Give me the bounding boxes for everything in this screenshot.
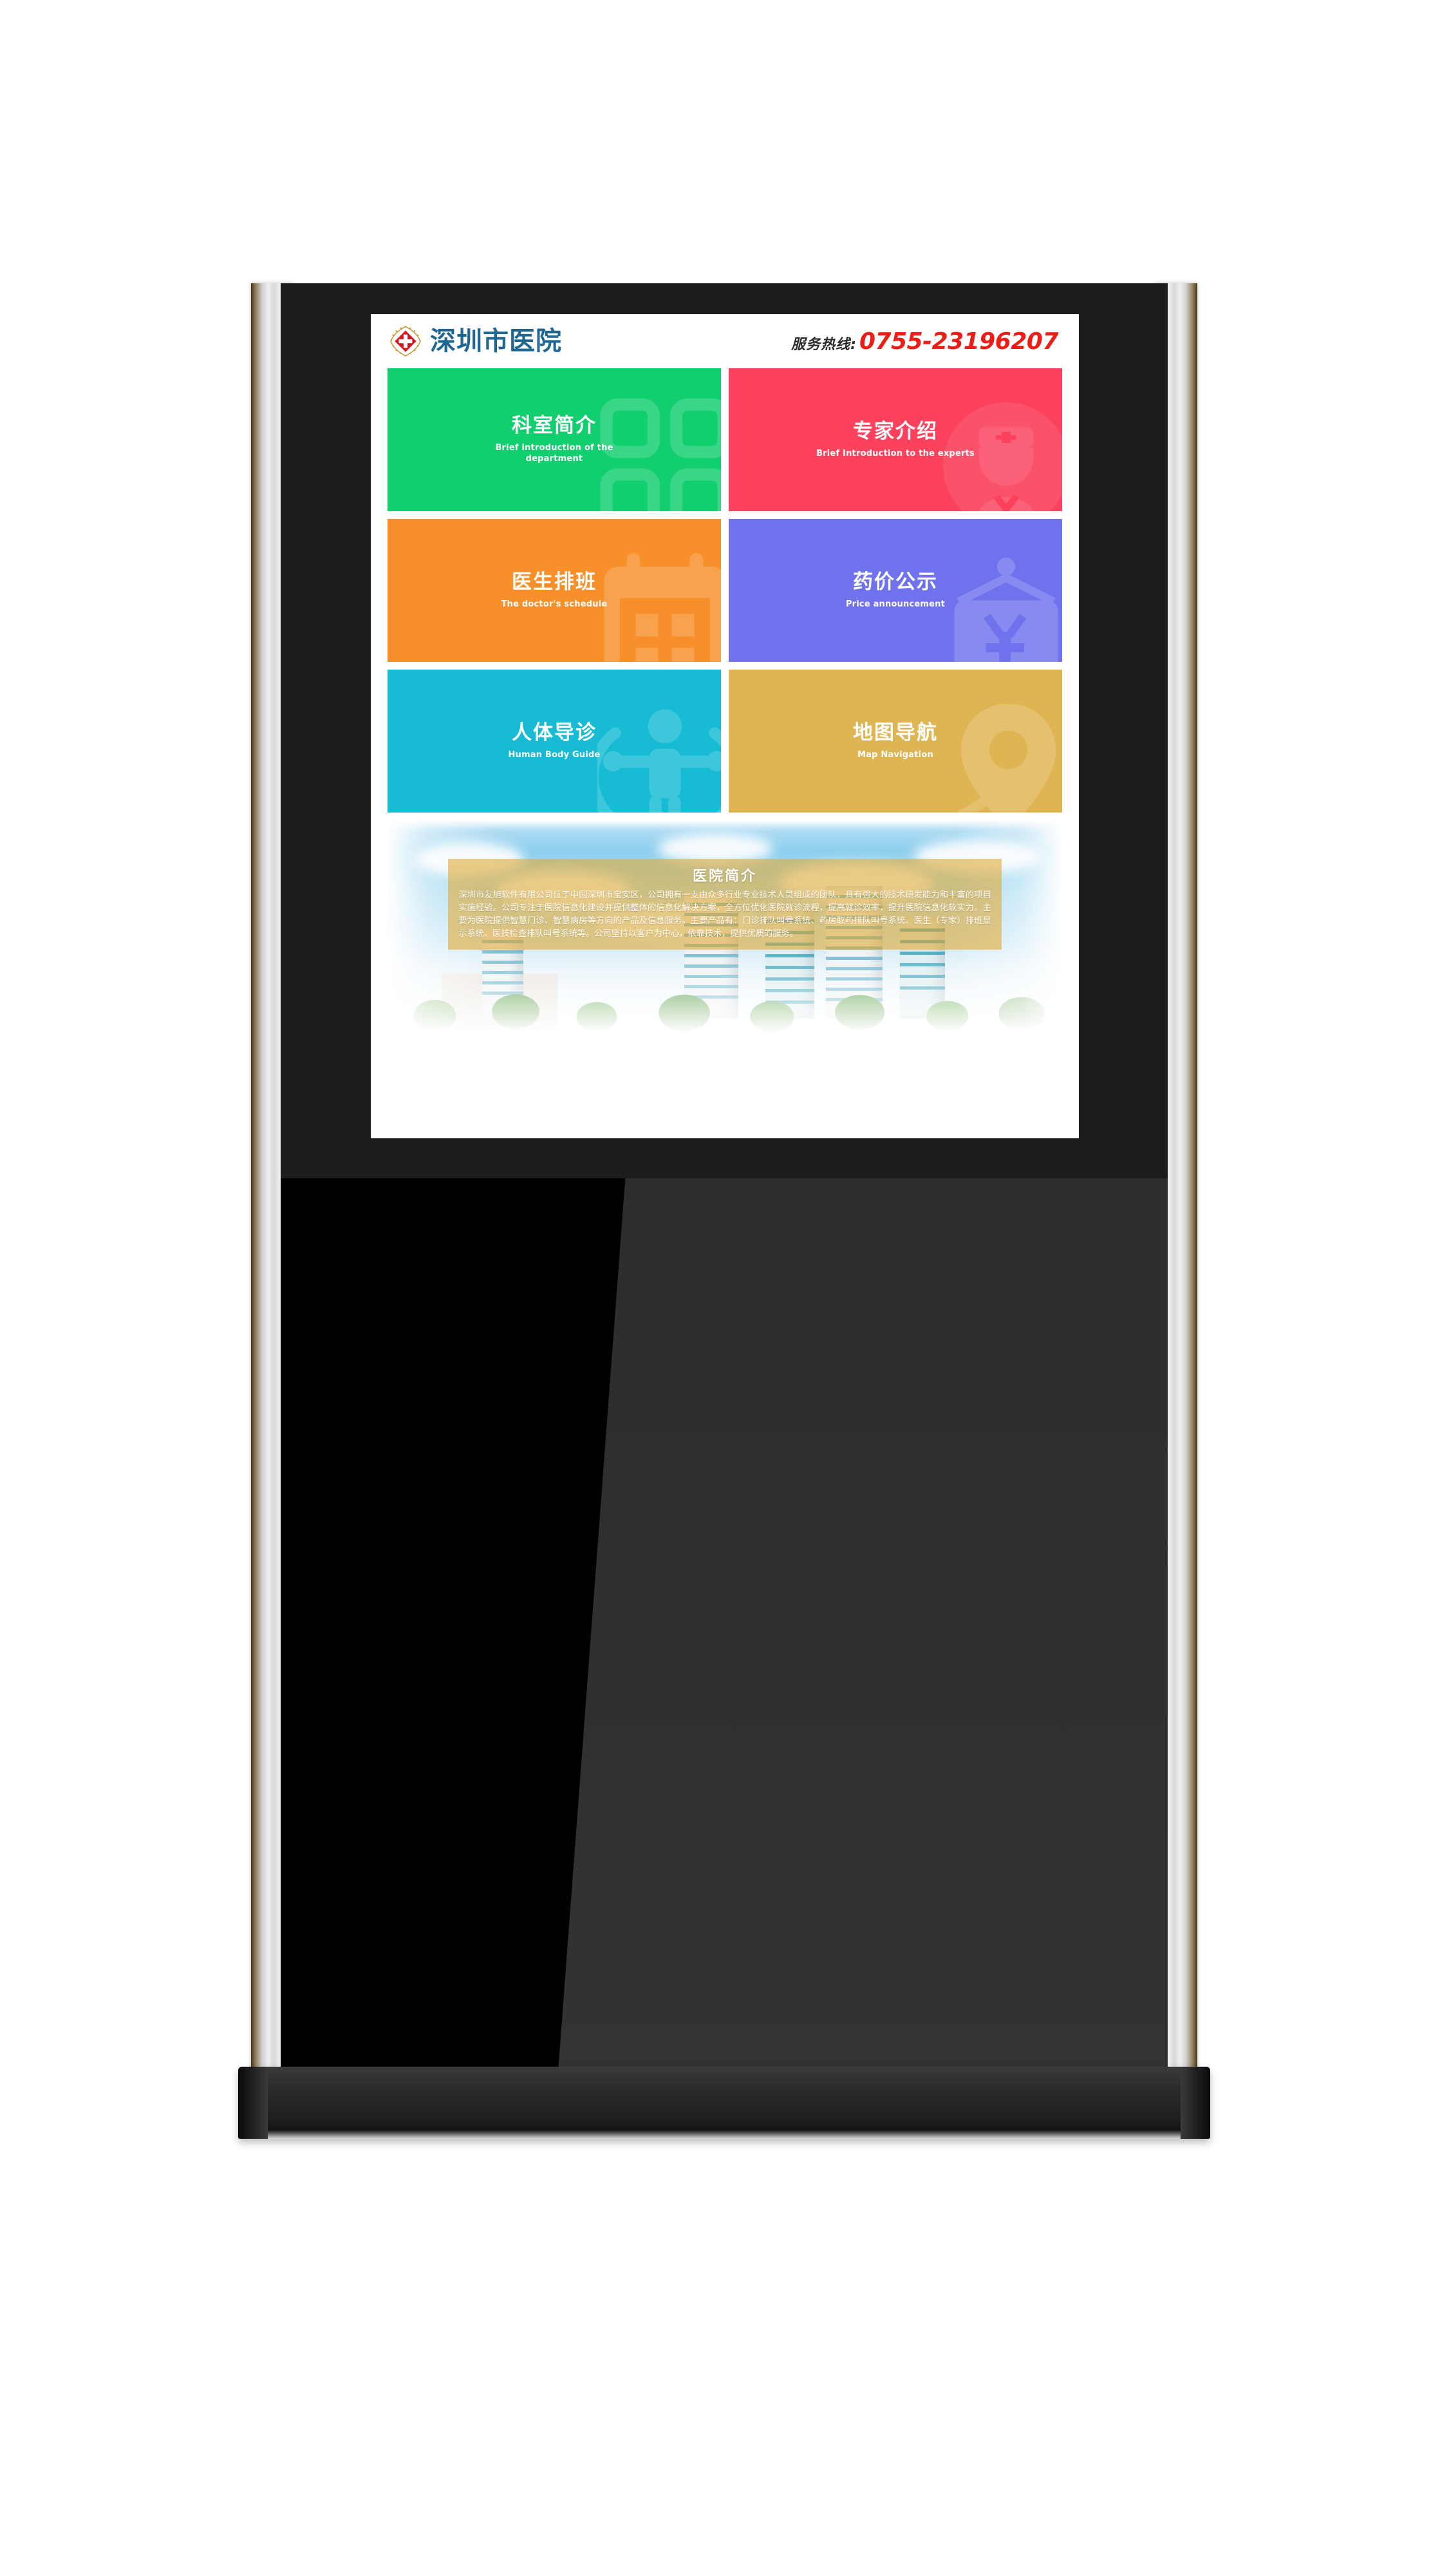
intro-body: 深圳市友旭软件有限公司位于中国深圳市宝安区，公司拥有一支由众多行业专业技术人员组… <box>458 890 991 939</box>
hospital-intro-panel: 医院简介 深圳市友旭软件有限公司位于中国深圳市宝安区，公司拥有一支由众多行业专业… <box>388 820 1062 1033</box>
hospital-intro-overlay: 医院简介 深圳市友旭软件有限公司位于中国深圳市宝安区，公司拥有一支由众多行业专业… <box>448 859 1002 950</box>
intro-title: 医院简介 <box>692 869 757 885</box>
tile-expert-intro[interactable]: 专家介绍 Brief Introduction to the experts <box>729 368 1062 511</box>
street-trees <box>388 971 1062 1033</box>
calendar-icon <box>597 549 721 662</box>
service-tile-grid: 科室简介 Brief introduction of the departmen… <box>371 368 1079 813</box>
hotline-number[interactable]: 0755-23196207 <box>859 328 1059 355</box>
kiosk-screen[interactable]: 深圳市医院 服务热线: 0755-23196207 科室简介 Brief int… <box>371 314 1079 1138</box>
tile-title: 科室简介 <box>512 414 597 438</box>
tile-subtitle: The doctor's schedule <box>501 599 608 609</box>
tile-subtitle: Price announcement <box>845 599 946 609</box>
tile-subtitle: Brief Introduction to the experts <box>816 448 975 458</box>
hotline-label: 服务热线: <box>791 336 857 353</box>
screen-bezel: 深圳市医院 服务热线: 0755-23196207 科室简介 Brief int… <box>281 283 1168 1178</box>
tile-title: 药价公示 <box>853 570 938 594</box>
service-hotline: 服务热线: 0755-23196207 <box>791 328 1058 355</box>
kiosk-app-root: 深圳市医院 服务热线: 0755-23196207 科室简介 Brief int… <box>371 314 1079 1138</box>
kiosk-base-pedestal <box>238 2067 1210 2139</box>
tile-title: 专家介绍 <box>853 419 938 443</box>
tile-price-announcement[interactable]: 药价公示 Price announcement <box>729 519 1062 662</box>
tile-map-navigation[interactable]: 地图导航 Map Navigation <box>729 670 1062 813</box>
tile-title: 医生排班 <box>512 570 597 594</box>
tile-title: 地图导航 <box>853 720 938 744</box>
app-header: 深圳市医院 服务热线: 0755-23196207 <box>371 314 1079 368</box>
tile-department-intro[interactable]: 科室简介 Brief introduction of the departmen… <box>388 368 721 511</box>
tile-subtitle: Brief introduction of the department <box>495 442 613 464</box>
red-cross-emblem-icon <box>389 324 422 358</box>
brand-block: 深圳市医院 <box>389 324 562 358</box>
tile-doctor-schedule[interactable]: 医生排班 The doctor's schedule <box>388 519 721 662</box>
price-board-yuan-icon <box>939 549 1062 662</box>
digital-signage-kiosk: 深圳市医院 服务热线: 0755-23196207 科室简介 Brief int… <box>238 283 1210 2139</box>
tile-subtitle: Map Navigation <box>857 749 933 760</box>
map-pin-icon <box>939 699 1062 813</box>
tile-title: 人体导诊 <box>512 720 597 744</box>
human-body-icon <box>597 699 721 813</box>
hospital-name: 深圳市医院 <box>430 326 562 356</box>
tile-subtitle: Human Body Guide <box>508 749 601 760</box>
hospital-photo: 医院简介 深圳市友旭软件有限公司位于中国深圳市宝安区，公司拥有一支由众多行业专业… <box>388 820 1062 1033</box>
tile-human-body-guide[interactable]: 人体导诊 Human Body Guide <box>388 670 721 813</box>
